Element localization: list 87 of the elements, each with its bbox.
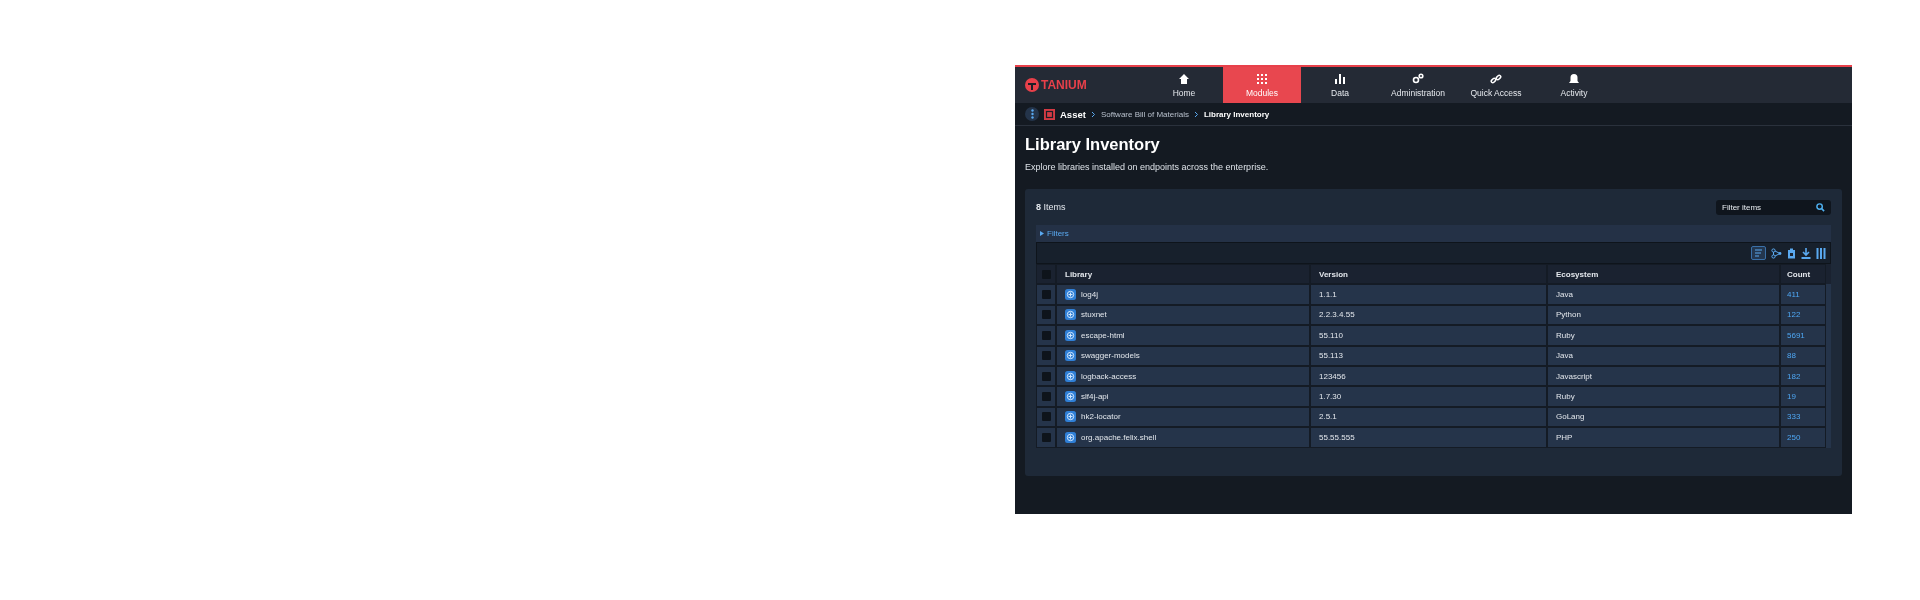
search-icon	[1816, 202, 1825, 212]
row-checkbox[interactable]	[1041, 310, 1051, 320]
table-cell: Java	[1547, 284, 1780, 305]
more-button[interactable]	[1025, 107, 1039, 121]
row-checkbox[interactable]	[1041, 432, 1051, 442]
nav-tab[interactable]: Home	[1145, 67, 1223, 103]
branch-icon[interactable]	[1771, 247, 1782, 259]
table-cell: Python	[1547, 304, 1780, 326]
chevron-icon	[1090, 110, 1096, 118]
columns-icon[interactable]	[1816, 247, 1826, 259]
library-icon	[1065, 350, 1076, 362]
table-cell: log4j	[1081, 290, 1098, 300]
bars-icon	[1334, 72, 1346, 85]
download-icon[interactable]	[1801, 247, 1811, 259]
column-header[interactable]: Version	[1310, 264, 1547, 285]
nav-tab[interactable]: Administration	[1379, 67, 1457, 103]
count-link[interactable]: 250	[1780, 427, 1826, 448]
row-checkbox[interactable]	[1041, 371, 1051, 381]
filter-field[interactable]: Filter items	[1716, 199, 1831, 215]
table-cell: logback-access	[1081, 371, 1137, 381]
table-cell: swagger-models	[1081, 351, 1140, 361]
item-count: 8 Items	[1036, 202, 1066, 212]
table-cell: Ruby	[1547, 386, 1780, 407]
row-checkbox[interactable]	[1041, 290, 1051, 300]
count-link[interactable]: 182	[1780, 365, 1826, 387]
home-icon	[1178, 72, 1190, 85]
count-link[interactable]: 88	[1780, 345, 1826, 366]
column-header[interactable]: Ecosystem	[1547, 264, 1780, 285]
grid-icon	[1256, 72, 1268, 85]
table-cell: slf4j-api	[1081, 392, 1109, 402]
library-icon	[1065, 370, 1076, 382]
table-cell: 1.7.30	[1310, 386, 1547, 407]
bell-icon	[1568, 72, 1580, 85]
table-cell: 123456	[1310, 365, 1547, 387]
row-checkbox[interactable]	[1041, 392, 1051, 402]
table-cell: escape-html	[1081, 330, 1125, 340]
chevron-icon	[1193, 110, 1199, 118]
library-icon	[1065, 391, 1076, 403]
nav-tab[interactable]: Quick Access	[1457, 67, 1535, 103]
library-icon	[1065, 431, 1076, 443]
row-checkbox[interactable]	[1041, 330, 1051, 340]
table-cell: 55.55.555	[1310, 427, 1547, 448]
library-icon	[1065, 329, 1076, 341]
table-cell: Javascript	[1547, 365, 1780, 387]
row-checkbox[interactable]	[1041, 412, 1051, 422]
table-cell: stuxnet	[1081, 310, 1107, 320]
nav-tab[interactable]: Data	[1301, 67, 1379, 103]
logo-icon	[1025, 78, 1039, 92]
table-cell: 2.5.1	[1310, 406, 1547, 428]
column-header[interactable]: Library	[1056, 264, 1310, 285]
gears-icon	[1412, 72, 1424, 85]
library-icon	[1065, 289, 1076, 301]
table-cell: Java	[1547, 345, 1780, 366]
library-icon	[1065, 309, 1076, 321]
count-link[interactable]: 411	[1780, 284, 1826, 305]
kebab-icon	[1030, 109, 1034, 119]
link-icon	[1490, 72, 1502, 85]
wrap-icon	[1754, 249, 1763, 257]
count-link[interactable]: 5691	[1780, 325, 1826, 346]
table-cell: 55.110	[1310, 325, 1547, 346]
nav-tab[interactable]: Modules	[1223, 67, 1301, 103]
logo[interactable]: TANIUM	[1015, 78, 1145, 92]
count-link[interactable]: 122	[1780, 304, 1826, 326]
table-cell: Ruby	[1547, 325, 1780, 346]
clipboard-icon[interactable]	[1787, 247, 1796, 259]
filters-toggle[interactable]: Filters	[1036, 225, 1831, 242]
table-cell: org.apache.felix.shell	[1081, 432, 1157, 442]
page-description: Explore libraries installed on endpoints across the enterprise.	[1025, 162, 1270, 172]
table-cell: hk2-locator	[1081, 412, 1121, 422]
breadcrumb-link[interactable]: Software Bill of Materials	[1100, 109, 1189, 119]
row-checkbox[interactable]	[1041, 351, 1051, 361]
caret-icon	[1040, 231, 1044, 236]
count-link[interactable]: 19	[1780, 386, 1826, 407]
column-header[interactable]: Count	[1780, 264, 1826, 285]
breadcrumb-link[interactable]: Library Inventory	[1203, 109, 1270, 119]
nav-tab[interactable]: Activity	[1535, 67, 1613, 103]
table-cell: 55.113	[1310, 345, 1547, 366]
table-cell: GoLang	[1547, 406, 1780, 428]
page-title: Library Inventory	[1025, 135, 1161, 154]
table-cell: 1.1.1	[1310, 284, 1547, 305]
breadcrumb-link[interactable]: Asset	[1060, 108, 1086, 120]
library-icon	[1065, 411, 1076, 423]
count-link[interactable]: 333	[1780, 406, 1826, 428]
table-cell: 2.2.3.4.55	[1310, 304, 1547, 326]
wrap-text-button[interactable]	[1751, 246, 1766, 260]
table-cell: PHP	[1547, 427, 1780, 448]
module-icon	[1044, 108, 1055, 120]
